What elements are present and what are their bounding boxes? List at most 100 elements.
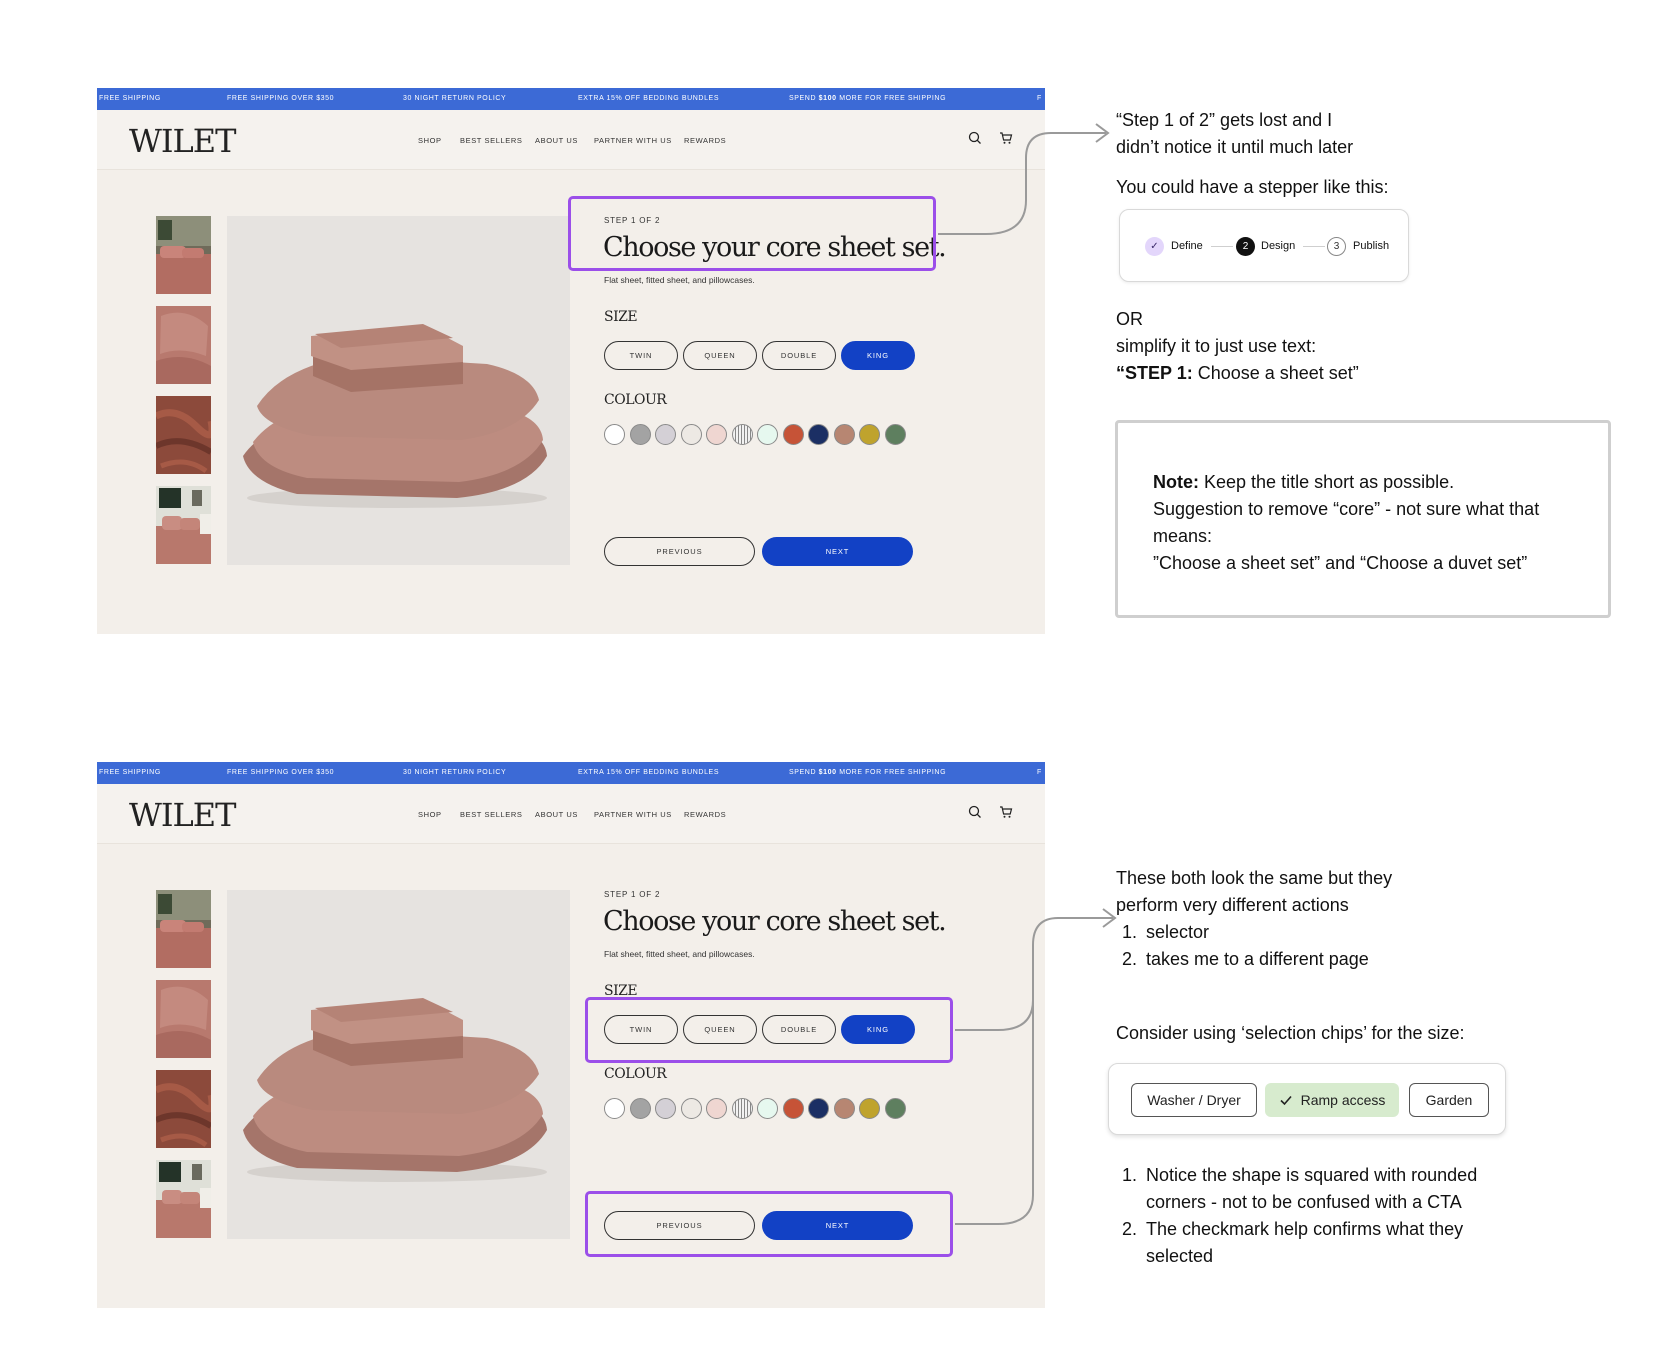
- colour-swatch[interactable]: [782, 1098, 804, 1119]
- thumbnail-1[interactable]: [156, 216, 211, 294]
- nav-rewards[interactable]: REWARDS: [684, 810, 726, 819]
- nav-about-us[interactable]: ABOUT US: [535, 810, 578, 819]
- thumbnail-1[interactable]: [156, 890, 211, 968]
- page-subtitle: Flat sheet, fitted sheet, and pillowcase…: [604, 949, 755, 959]
- search-icon[interactable]: [967, 804, 983, 820]
- nav-partner-with-us[interactable]: PARTNER WITH US: [594, 136, 672, 145]
- previous-button[interactable]: PREVIOUS: [604, 537, 755, 566]
- size-option-twin[interactable]: TWIN: [604, 341, 678, 370]
- colour-swatch[interactable]: [680, 1098, 702, 1119]
- list-item: 1. Notice the shape is squared with round…: [1122, 1165, 1478, 1185]
- size-option-double[interactable]: DOUBLE: [762, 341, 836, 370]
- colour-swatch[interactable]: [731, 424, 753, 445]
- chip-washer-dryer[interactable]: Washer / Dryer: [1131, 1083, 1257, 1117]
- list-item: 2. takes me to a different page: [1122, 949, 1369, 969]
- thumbnail-2[interactable]: [156, 306, 211, 384]
- promo-item: EXTRA 15% OFF BEDDING BUNDLES: [578, 95, 720, 102]
- colour-swatch[interactable]: [731, 1098, 753, 1119]
- promo-item: 30 NIGHT RETURN POLICY: [403, 769, 507, 776]
- colour-swatch[interactable]: [884, 1098, 906, 1119]
- colour-swatch[interactable]: [604, 424, 625, 445]
- note-line: perform very different actions: [1116, 895, 1349, 915]
- promo-item: 30 NIGHT RETURN POLICY: [403, 95, 507, 102]
- connector-arrow: [938, 123, 1110, 235]
- nav-shop[interactable]: SHOP: [418, 810, 442, 819]
- chip-ramp-access[interactable]: Ramp access: [1265, 1083, 1399, 1117]
- site-header: WILET SHOP BEST SELLERS ABOUT US PARTNER…: [97, 110, 1045, 170]
- promo-item: EXTRA 15% OFF BEDDING BUNDLES: [578, 769, 720, 776]
- note-line: simplify it to just use text:: [1116, 336, 1317, 356]
- colour-swatch[interactable]: [604, 1098, 625, 1119]
- colour-swatch[interactable]: [808, 1098, 829, 1119]
- promo-item: FREE SHIPPING: [99, 769, 161, 776]
- colour-swatch[interactable]: [757, 424, 778, 445]
- note-line: means:: [1153, 526, 1213, 546]
- note-line: Suggestion to remove “core” - not sure w…: [1153, 499, 1540, 519]
- cart-icon[interactable]: [998, 804, 1014, 820]
- colour-swatch[interactable]: [859, 1098, 880, 1119]
- list-item: corners - not to be confused with a CTA: [1146, 1192, 1462, 1212]
- colour-label: COLOUR: [604, 1066, 667, 1082]
- nav-best-sellers[interactable]: BEST SELLERS: [460, 810, 523, 819]
- promo-item: SPEND $100 MORE FOR FREE SHIPPING: [789, 769, 947, 776]
- list-item: 1. selector: [1122, 922, 1210, 942]
- selection-chips-example: Washer / Dryer Ramp access Garden: [1108, 1063, 1506, 1135]
- colour-swatch[interactable]: [757, 1098, 778, 1119]
- page-subtitle: Flat sheet, fitted sheet, and pillowcase…: [604, 275, 755, 285]
- list-item: selected: [1146, 1246, 1214, 1266]
- thumbnail-4[interactable]: [156, 486, 211, 564]
- thumbnail-2[interactable]: [156, 980, 211, 1058]
- note-line: Consider using ‘selection chips’ for the…: [1116, 1023, 1465, 1043]
- thumbnail-3[interactable]: [156, 1070, 211, 1148]
- colour-swatch[interactable]: [884, 424, 906, 445]
- colour-swatch[interactable]: [680, 424, 702, 445]
- step-indicator: STEP 1 OF 2: [604, 890, 661, 899]
- logo[interactable]: WILET: [129, 796, 236, 834]
- colour-swatch[interactable]: [655, 1098, 676, 1119]
- next-button[interactable]: NEXT: [762, 537, 913, 566]
- note-list: 1. Notice the shape is squared with round…: [1122, 1162, 1477, 1270]
- note-line: ”Choose a sheet set” and “Choose a duvet…: [1153, 553, 1528, 573]
- colour-swatch[interactable]: [859, 424, 880, 445]
- colour-swatch[interactable]: [706, 1098, 727, 1119]
- colour-label: COLOUR: [604, 392, 667, 408]
- nav-partner-with-us[interactable]: PARTNER WITH US: [594, 810, 672, 819]
- nav-rewards[interactable]: REWARDS: [684, 136, 726, 145]
- colour-swatch[interactable]: [808, 424, 829, 445]
- nav-about-us[interactable]: ABOUT US: [535, 136, 578, 145]
- colour-swatch[interactable]: [629, 424, 651, 445]
- check-icon: [1280, 1095, 1292, 1106]
- promo-bar: FREE SHIPPING FREE SHIPPING OVER $350 30…: [97, 88, 1045, 110]
- colour-swatch[interactable]: [629, 1098, 651, 1119]
- colour-swatch[interactable]: [706, 424, 727, 445]
- promo-item: FREE SHIPPING: [99, 95, 161, 102]
- note-line: These both look the same but they: [1116, 868, 1393, 888]
- page-title: Choose your core sheet set.: [603, 906, 947, 937]
- nav-shop[interactable]: SHOP: [418, 136, 442, 145]
- note-line: OR: [1116, 309, 1143, 329]
- promo-bar: FREE SHIPPING FREE SHIPPING OVER $350 30…: [97, 762, 1045, 784]
- promo-item: F: [1037, 95, 1042, 102]
- colour-swatch[interactable]: [833, 424, 855, 445]
- promo-item: F: [1037, 769, 1042, 776]
- thumbnail-4[interactable]: [156, 1160, 211, 1238]
- chip-garden[interactable]: Garden: [1409, 1083, 1489, 1117]
- note-line: “Step 1 of 2” gets lost and I: [1116, 110, 1333, 130]
- note-list: 1. selector 2. takes me to a different pag…: [1122, 919, 1369, 973]
- product-image: [227, 216, 570, 565]
- size-option-queen[interactable]: QUEEN: [683, 341, 757, 370]
- note-line: didn’t notice it until much later: [1116, 137, 1354, 157]
- size-option-king[interactable]: KING: [841, 341, 915, 370]
- logo[interactable]: WILET: [129, 122, 236, 160]
- highlight-title: [568, 196, 936, 271]
- highlight-size-options: [585, 997, 953, 1063]
- nav-best-sellers[interactable]: BEST SELLERS: [460, 136, 523, 145]
- product-image: [227, 890, 570, 1239]
- colour-swatch[interactable]: [782, 424, 804, 445]
- stepper-divider: [1303, 246, 1325, 247]
- stepper-label: Define: [1171, 240, 1203, 252]
- size-label: SIZE: [604, 309, 638, 325]
- colour-swatch[interactable]: [655, 424, 676, 445]
- thumbnail-3[interactable]: [156, 396, 211, 474]
- colour-swatch[interactable]: [833, 1098, 855, 1119]
